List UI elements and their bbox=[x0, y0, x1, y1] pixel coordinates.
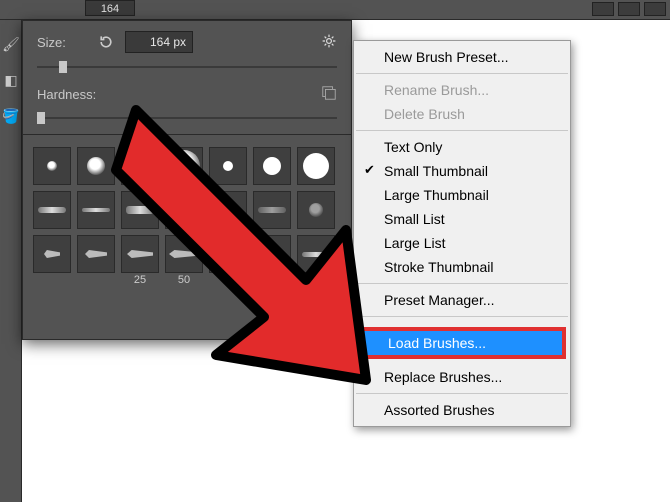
brush-preset[interactable] bbox=[253, 235, 291, 273]
brush-flyout-menu: New Brush Preset... Rename Brush... Dele… bbox=[353, 40, 571, 427]
brush-preset[interactable] bbox=[121, 147, 159, 185]
menu-load-brushes[interactable]: Load Brushes... bbox=[362, 331, 562, 355]
tutorial-highlight-box: Load Brushes... bbox=[358, 327, 566, 359]
menu-label: Small Thumbnail bbox=[384, 163, 488, 179]
slider-thumb[interactable] bbox=[37, 112, 45, 124]
hardness-label: Hardness: bbox=[37, 87, 97, 102]
check-icon: ✔ bbox=[364, 162, 375, 178]
menu-preset-manager[interactable]: Preset Manager... bbox=[354, 288, 570, 312]
brush-size-readout[interactable]: 164 bbox=[85, 0, 135, 16]
menu-delete-brush: Delete Brush bbox=[354, 102, 570, 126]
menu-replace-brushes[interactable]: Replace Brushes... bbox=[354, 365, 570, 389]
slider-track bbox=[37, 117, 337, 119]
window-controls bbox=[592, 2, 666, 16]
min-button[interactable] bbox=[592, 2, 614, 16]
brush-size-label: 25 bbox=[122, 274, 158, 286]
menu-separator bbox=[356, 393, 568, 394]
divider bbox=[23, 134, 351, 135]
brush-preset[interactable] bbox=[33, 191, 71, 229]
menu-separator bbox=[356, 316, 568, 317]
brush-preset-panel: Size: 164 px Hardness: bbox=[22, 20, 352, 340]
max-button[interactable] bbox=[618, 2, 640, 16]
menu-separator bbox=[356, 283, 568, 284]
app-toolbar: 164 bbox=[0, 0, 670, 20]
eraser-tool-icon[interactable]: ◧ bbox=[1, 68, 21, 92]
size-input[interactable]: 164 px bbox=[125, 31, 193, 53]
close-button[interactable] bbox=[644, 2, 666, 16]
brush-thumbnail-grid: 25 50 bbox=[23, 139, 351, 283]
menu-text-only[interactable]: Text Only bbox=[354, 135, 570, 159]
menu-large-thumbnail[interactable]: Large Thumbnail bbox=[354, 183, 570, 207]
menu-separator bbox=[356, 73, 568, 74]
brush-preset[interactable] bbox=[209, 191, 247, 229]
canvas-area[interactable] bbox=[22, 340, 670, 502]
brush-preset[interactable]: 50 bbox=[165, 235, 203, 273]
size-label: Size: bbox=[37, 35, 97, 50]
brush-size-label: 50 bbox=[166, 274, 202, 286]
brush-preset[interactable] bbox=[165, 191, 203, 229]
brush-preset[interactable] bbox=[253, 147, 291, 185]
menu-separator bbox=[356, 130, 568, 131]
brush-preset[interactable] bbox=[165, 147, 203, 185]
brush-preset[interactable] bbox=[77, 147, 115, 185]
menu-small-list[interactable]: Small List bbox=[354, 207, 570, 231]
brush-preset[interactable]: 25 bbox=[121, 235, 159, 273]
size-slider[interactable] bbox=[37, 61, 337, 73]
brush-preset[interactable] bbox=[297, 235, 335, 273]
brush-preset[interactable] bbox=[297, 147, 335, 185]
brush-preset[interactable] bbox=[209, 147, 247, 185]
gear-icon[interactable] bbox=[321, 33, 337, 52]
menu-assorted-brushes[interactable]: Assorted Brushes bbox=[354, 398, 570, 422]
menu-large-list[interactable]: Large List bbox=[354, 231, 570, 255]
brush-preset[interactable] bbox=[77, 235, 115, 273]
menu-rename-brush: Rename Brush... bbox=[354, 78, 570, 102]
menu-new-brush-preset[interactable]: New Brush Preset... bbox=[354, 45, 570, 69]
menu-stroke-thumbnail[interactable]: Stroke Thumbnail bbox=[354, 255, 570, 279]
brush-preset[interactable] bbox=[33, 235, 71, 273]
new-document-icon[interactable] bbox=[321, 85, 337, 104]
slider-thumb[interactable] bbox=[59, 61, 67, 73]
bucket-tool-icon[interactable]: 🪣 bbox=[1, 104, 21, 128]
hardness-slider[interactable] bbox=[37, 112, 337, 124]
brush-preset[interactable] bbox=[121, 191, 159, 229]
menu-small-thumbnail[interactable]: ✔ Small Thumbnail bbox=[354, 159, 570, 183]
brush-tool-icon[interactable]: 🖌 bbox=[1, 32, 21, 56]
brush-preset[interactable] bbox=[297, 191, 335, 229]
brush-preset[interactable] bbox=[33, 147, 71, 185]
slider-track bbox=[37, 66, 337, 68]
brush-preset[interactable] bbox=[253, 191, 291, 229]
brush-preset[interactable] bbox=[77, 191, 115, 229]
tool-strip: 🖌 ◧ 🪣 bbox=[0, 20, 22, 502]
brush-preset[interactable] bbox=[209, 235, 247, 273]
reset-size-icon[interactable] bbox=[97, 33, 115, 51]
